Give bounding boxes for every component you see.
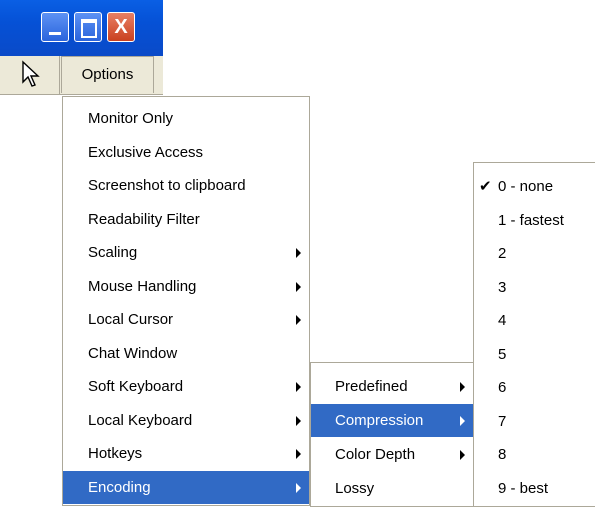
menu-item-label: Hotkeys: [88, 445, 143, 462]
menu-item-label: Monitor Only: [88, 110, 174, 127]
compression-item-8[interactable]: 8: [474, 438, 595, 471]
menu-item-label: Lossy: [335, 480, 375, 497]
submenu-arrow-icon: [296, 482, 301, 493]
compression-item-1-fastest[interactable]: 1 - fastest: [474, 204, 595, 237]
menu-item-label: Exclusive Access: [88, 143, 204, 161]
menu-item-hotkeys[interactable]: Hotkeys: [63, 437, 309, 470]
menu-bar: Options: [0, 56, 163, 95]
encoding-item-compression[interactable]: Compression: [311, 404, 473, 437]
compression-item-5[interactable]: 5: [474, 338, 595, 371]
menu-item-label: Soft Keyboard: [88, 378, 184, 395]
compression-submenu: ✔ 0 - none 1 - fastest 2 3 4 5 6 7 8 9 - best: [473, 162, 595, 507]
compression-item-7[interactable]: 7: [474, 405, 595, 438]
menu-item-encoding[interactable]: Encoding: [63, 470, 309, 504]
compression-item-4[interactable]: 4: [474, 304, 595, 337]
menu-item-label: 0 - none: [498, 178, 554, 195]
submenu-arrow-icon: [460, 382, 465, 392]
compression-item-3[interactable]: 3: [474, 271, 595, 304]
menu-item-label: 6: [498, 379, 507, 396]
compression-item-6[interactable]: 6: [474, 371, 595, 404]
submenu-arrow-icon: [296, 415, 301, 426]
menu-item-label: 4: [498, 312, 507, 329]
menu-item-scaling[interactable]: Scaling: [63, 236, 309, 269]
menu-item-screenshot-to-clipboard[interactable]: Screenshot to clipboard: [63, 169, 309, 202]
menu-item-exclusive-access[interactable]: Exclusive Access: [63, 136, 309, 169]
menu-item-label: Color Depth: [335, 446, 416, 463]
menu-item-label: Mouse Handling: [88, 277, 197, 295]
submenu-arrow-icon: [296, 449, 301, 459]
window-titlebar: X: [0, 0, 163, 56]
menu-item-label: 2: [498, 245, 507, 262]
close-button[interactable]: X: [107, 12, 135, 42]
options-menu-title[interactable]: Options: [61, 56, 154, 93]
menu-item-label: 3: [498, 278, 507, 296]
menu-item-label: 8: [498, 446, 507, 463]
menu-item-label: 1 - fastest: [498, 211, 564, 229]
compression-item-9-best[interactable]: 9 - best: [474, 472, 595, 505]
menu-item-label: Compression: [335, 412, 424, 429]
menu-item-mouse-handling[interactable]: Mouse Handling: [63, 270, 309, 303]
menu-item-label: 5: [498, 345, 507, 363]
menu-item-label: 7: [498, 412, 507, 430]
encoding-item-lossy[interactable]: Lossy: [311, 472, 473, 505]
submenu-arrow-icon: [296, 281, 301, 292]
menu-item-label: Screenshot to clipboard: [88, 177, 246, 194]
maximize-button[interactable]: [74, 12, 102, 42]
encoding-submenu: Predefined Compression Color Depth Lossy: [310, 362, 473, 507]
menu-item-label: Scaling: [88, 244, 138, 261]
minimize-button[interactable]: [41, 12, 69, 42]
menu-item-label: Chat Window: [88, 344, 178, 362]
submenu-arrow-icon: [460, 416, 465, 426]
menu-item-label: Predefined: [335, 378, 408, 395]
menu-item-label: 9 - best: [498, 479, 549, 497]
encoding-item-color-depth[interactable]: Color Depth: [311, 438, 473, 471]
compression-item-2[interactable]: 2: [474, 237, 595, 270]
menu-item-local-keyboard[interactable]: Local Keyboard: [63, 404, 309, 437]
menu-item-soft-keyboard[interactable]: Soft Keyboard: [63, 370, 309, 403]
menu-item-readability-filter[interactable]: Readability Filter: [63, 203, 309, 236]
menu-item-label: Readability Filter: [88, 210, 200, 228]
submenu-arrow-icon: [460, 450, 465, 460]
checkmark-icon: ✔: [479, 178, 492, 195]
mouse-pointer-icon[interactable]: [16, 56, 60, 94]
options-menu: Monitor Only Exclusive Access Screenshot t…: [62, 96, 310, 506]
submenu-arrow-icon: [296, 315, 301, 325]
menu-item-chat-window[interactable]: Chat Window: [63, 337, 309, 370]
menu-item-local-cursor[interactable]: Local Cursor: [63, 303, 309, 336]
submenu-arrow-icon: [296, 382, 301, 392]
encoding-item-predefined[interactable]: Predefined: [311, 370, 473, 403]
menu-item-label: Local Cursor: [88, 311, 174, 328]
compression-item-0-none[interactable]: ✔ 0 - none: [474, 170, 595, 203]
menu-item-monitor-only[interactable]: Monitor Only: [63, 102, 309, 135]
menu-item-label: Encoding: [88, 478, 151, 496]
menu-item-label: Local Keyboard: [88, 411, 193, 429]
submenu-arrow-icon: [296, 248, 301, 258]
close-icon: X: [114, 16, 128, 38]
